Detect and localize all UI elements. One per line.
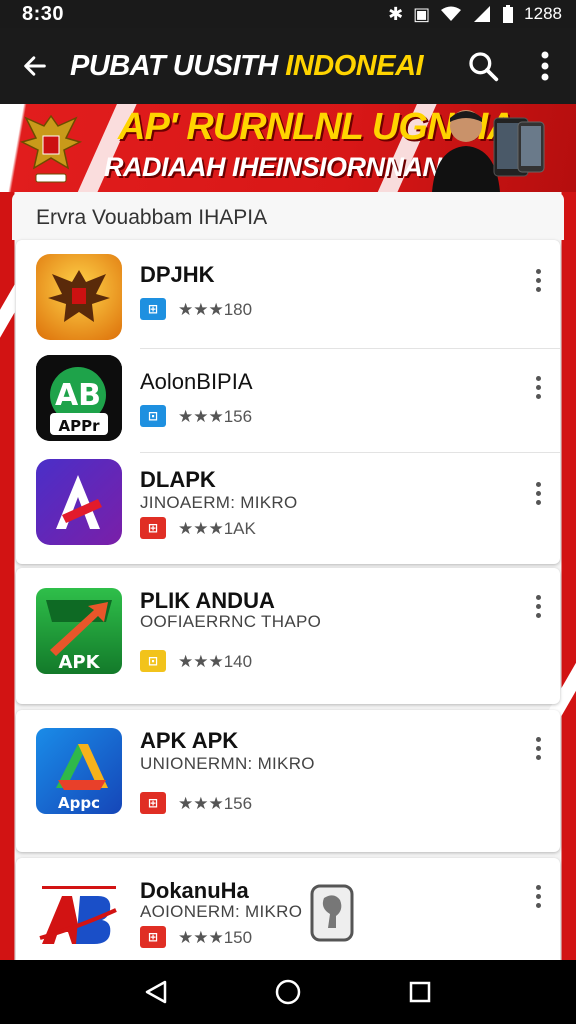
page-title-part2: INDONEAI xyxy=(285,49,424,82)
list-item[interactable]: DPJHK ⊞ ★★★180 xyxy=(16,240,560,348)
app-rating: ★★★150 xyxy=(178,928,253,947)
app-list-card: DPJHK ⊞ ★★★180 AB APPr AolonBIPIA ⊡ ★★★1… xyxy=(16,240,560,564)
garuda-emblem-icon xyxy=(19,114,83,183)
search-button[interactable] xyxy=(452,28,514,104)
square-recents-icon xyxy=(409,981,431,1003)
list-item[interactable]: DLAPK JINOAERM: MIKRO ⊞ ★★★1AK xyxy=(16,453,560,564)
svg-text:Appc: Appc xyxy=(58,794,100,812)
app-rating: ★★★156 xyxy=(178,407,253,426)
triangle-back-icon xyxy=(145,980,167,1004)
app-icon: APK xyxy=(36,588,122,674)
battery-icon xyxy=(503,5,514,23)
app-rating: ★★★1AK xyxy=(178,519,256,538)
person-holding-phone-image xyxy=(432,110,545,192)
app-developer: JINOAERM: MIKRO xyxy=(140,493,298,512)
app-name: DokanuHa xyxy=(140,878,249,903)
page-title: PUBAT UUSITH INDONEAI xyxy=(70,50,452,83)
svg-text:APPr: APPr xyxy=(59,417,101,435)
more-options-button[interactable] xyxy=(526,260,550,300)
dlapk-app-icon xyxy=(36,459,122,545)
nav-back-button[interactable] xyxy=(134,970,178,1014)
list-item[interactable]: AB APPr AolonBIPIA ⊡ ★★★156 xyxy=(16,349,560,452)
app-name: PLIK ANDUA xyxy=(140,588,275,613)
app-card[interactable]: Appc APK APK UNIONERMN: MIKRO ⊞ ★★★156 xyxy=(16,710,560,852)
apk-arrow-app-icon: APK xyxy=(36,588,122,674)
app-rating: ★★★140 xyxy=(178,652,253,671)
more-options-button[interactable] xyxy=(526,876,550,916)
more-vertical-icon xyxy=(541,51,549,81)
status-time: 8:30 xyxy=(22,2,65,25)
promo-banner[interactable]: AP' RURNLNL UGNSIA RADIAAH IHEINSIORNNAN xyxy=(0,104,576,192)
arrow-left-icon xyxy=(24,56,46,76)
more-options-button[interactable] xyxy=(526,728,550,768)
more-options-button[interactable] xyxy=(526,367,550,407)
section-header: Ervra Vouabbam IHAPIA xyxy=(12,192,564,240)
app-badge: ⊡ xyxy=(140,650,166,672)
app-developer: AOIONERM: MIKRO xyxy=(140,902,303,921)
app-card[interactable]: APK PLIK ANDUA OOFIAERRNC THAPO ⊡ ★★★140 xyxy=(16,568,560,704)
app-developer: OOFIAERRNC THAPO xyxy=(140,612,322,631)
overflow-menu-button[interactable] xyxy=(514,28,576,104)
app-name: DPJHK xyxy=(140,262,215,287)
wifi-icon xyxy=(441,6,462,21)
app-bar: PUBAT UUSITH INDONEAI xyxy=(0,28,576,104)
page-title-part1: PUBAT UUSITH xyxy=(70,49,286,82)
app-rating: ★★★156 xyxy=(178,794,253,813)
circle-home-icon xyxy=(275,979,301,1005)
ab-app-icon: AB APPr xyxy=(36,355,122,441)
status-bar: 8:30 ✱ ▣ 1288 xyxy=(0,0,576,28)
app-badge: ⊞ xyxy=(140,517,166,539)
banner-subheadline: RADIAAH IHEINSIORNNAN xyxy=(104,152,442,182)
app-badge: ⊞ xyxy=(140,298,166,320)
app-badge: ⊡ xyxy=(140,405,166,427)
app-icon xyxy=(36,254,122,340)
app-name: DLAPK xyxy=(140,467,216,492)
apk-apk-app-icon: Appc xyxy=(36,728,122,814)
app-icon: AB APPr xyxy=(36,355,122,441)
svg-text:AB: AB xyxy=(55,378,101,413)
svg-text:APK: APK xyxy=(58,652,100,673)
ab-red-blue-app-icon xyxy=(36,880,122,966)
status-icons: ✱ ▣ 1288 xyxy=(388,4,562,24)
search-icon xyxy=(469,52,499,82)
app-icon xyxy=(36,880,122,966)
map-pin-icon xyxy=(310,884,354,942)
app-rating: ★★★180 xyxy=(178,300,253,319)
bluetooth-icon: ✱ xyxy=(388,4,404,24)
app-badge: ⊞ xyxy=(140,926,166,948)
battery-text: 1288 xyxy=(524,4,562,23)
app-badge: ⊞ xyxy=(140,792,166,814)
signal-icon xyxy=(474,6,491,22)
nav-recents-button[interactable] xyxy=(398,970,442,1014)
more-options-button[interactable] xyxy=(526,586,550,626)
navigation-bar xyxy=(0,960,576,1024)
back-button[interactable] xyxy=(0,28,70,104)
garuda-app-icon xyxy=(36,254,122,340)
app-icon xyxy=(36,459,122,545)
vibrate-icon: ▣ xyxy=(413,4,431,24)
app-developer: UNIONERMN: MIKRO xyxy=(140,754,315,773)
app-card[interactable]: DokanuHa AOIONERM: MIKRO ⊞ ★★★150 xyxy=(16,858,560,968)
app-icon: Appc xyxy=(36,728,122,814)
app-name: AolonBIPIA xyxy=(140,369,253,394)
app-name: APK APK xyxy=(140,728,239,753)
nav-home-button[interactable] xyxy=(266,970,310,1014)
more-options-button[interactable] xyxy=(526,473,550,513)
